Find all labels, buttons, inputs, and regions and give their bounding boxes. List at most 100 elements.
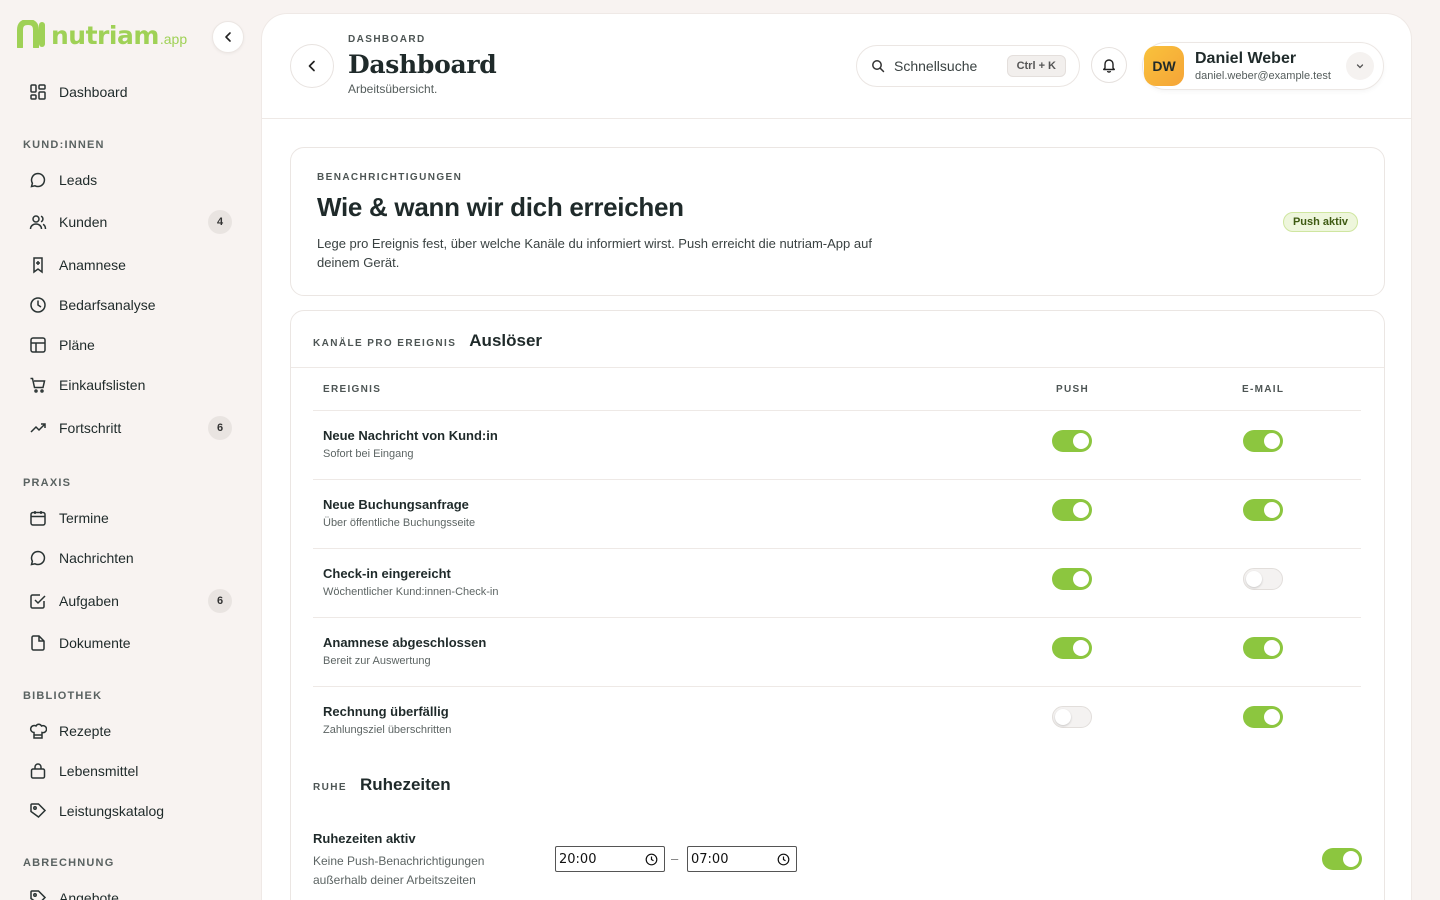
- push-toggle[interactable]: [1052, 568, 1092, 590]
- page-title: Dashboard: [348, 50, 497, 79]
- sidebar-item-kunden[interactable]: Kunden 4: [28, 210, 232, 234]
- section-description: Lege pro Ereignis fest, über welche Kanä…: [317, 236, 872, 270]
- quiet-hours-heading: RUHE Ruhezeiten: [313, 775, 451, 795]
- sidebar-item-rezepte[interactable]: Rezepte: [28, 719, 232, 743]
- quiet-hours-description: Keine Push-Benachrichtigungen außerhalb …: [313, 854, 485, 887]
- event-title: Rechnung überfällig: [323, 704, 449, 719]
- section-abrechnung: ABRECHNUNG: [23, 857, 115, 869]
- search-label: Schnellsuche: [894, 58, 978, 74]
- sidebar-item-label: Lebensmittel: [59, 763, 139, 779]
- sidebar-item-fortschritt[interactable]: Fortschritt 6: [28, 416, 232, 440]
- sidebar-item-label: Nachrichten: [59, 550, 134, 566]
- sidebar: nutriam .app Dashboard KUND:INNEN Leads …: [0, 0, 260, 900]
- section-overline: KANÄLE PRO EREIGNIS: [313, 338, 457, 349]
- section-overline: BENACHRICHTIGUNGEN: [317, 172, 463, 183]
- section-title: Auslöser: [469, 331, 543, 350]
- tag-icon: [28, 888, 48, 900]
- sidebar-item-angebote[interactable]: Angebote: [28, 886, 232, 900]
- quiet-from-input[interactable]: 20:00: [555, 846, 665, 872]
- brand-suffix: .app: [159, 31, 188, 47]
- sidebar-item-dashboard[interactable]: Dashboard: [28, 80, 232, 104]
- email-toggle[interactable]: [1243, 637, 1283, 659]
- event-title: Neue Buchungsanfrage: [323, 497, 469, 512]
- event-title: Neue Nachricht von Kund:in: [323, 428, 498, 443]
- table-row: Neue Buchungsanfrage Über öffentliche Bu…: [313, 479, 1361, 548]
- quiet-hours-toggle[interactable]: [1322, 848, 1362, 870]
- sidebar-item-label: Bedarfsanalyse: [59, 297, 156, 313]
- bell-icon: [1103, 59, 1115, 73]
- email-toggle[interactable]: [1243, 568, 1283, 590]
- sidebar-item-label: Dokumente: [59, 635, 131, 651]
- sidebar-item-label: Dashboard: [59, 84, 128, 100]
- column-header-event: EREIGNIS: [323, 384, 382, 395]
- push-toggle[interactable]: [1052, 706, 1092, 728]
- column-header-email: E-MAIL: [1242, 384, 1285, 395]
- push-toggle[interactable]: [1052, 637, 1092, 659]
- sidebar-item-label: Pläne: [59, 337, 95, 353]
- email-toggle[interactable]: [1243, 706, 1283, 728]
- section-overline: RUHE: [313, 782, 347, 793]
- table-row: Anamnese abgeschlossen Bereit zur Auswer…: [313, 617, 1361, 686]
- channels-heading: KANÄLE PRO EREIGNIS Auslöser: [313, 331, 542, 351]
- sidebar-item-dokumente[interactable]: Dokumente: [28, 631, 232, 655]
- time-value: 20:00: [559, 851, 597, 867]
- tag-icon: [28, 801, 48, 821]
- table-row: Rechnung überfällig Zahlungsziel übersch…: [313, 686, 1361, 755]
- notifications-button[interactable]: [1091, 47, 1127, 83]
- basket-icon: [28, 761, 48, 781]
- calendar-icon: [28, 508, 48, 528]
- logo-mark-icon: [17, 20, 45, 48]
- grid-icon: [28, 82, 48, 102]
- user-name: Daniel Weber: [1195, 50, 1297, 67]
- sidebar-item-einkaufslisten[interactable]: Einkaufslisten: [28, 373, 232, 397]
- section-title: Ruhezeiten: [359, 775, 451, 794]
- sidebar-item-leistungskatalog[interactable]: Leistungskatalog: [28, 799, 232, 823]
- sidebar-item-leads[interactable]: Leads: [28, 168, 232, 192]
- brand-logo[interactable]: nutriam .app: [17, 20, 187, 48]
- event-title: Check-in eingereicht: [323, 566, 451, 581]
- sidebar-item-anamnese[interactable]: Anamnese: [28, 253, 232, 277]
- quick-search[interactable]: Schnellsuche Ctrl + K: [856, 45, 1080, 87]
- sidebar-item-lebensmittel[interactable]: Lebensmittel: [28, 759, 232, 783]
- sidebar-item-nachrichten[interactable]: Nachrichten: [28, 546, 232, 570]
- chevron-down-icon: [1356, 64, 1364, 69]
- section-praxis: PRAXIS: [23, 477, 72, 489]
- section-kundinnen: KUND:INNEN: [23, 139, 105, 151]
- sidebar-item-bedarfsanalyse[interactable]: Bedarfsanalyse: [28, 293, 232, 317]
- sidebar-item-label: Aufgaben: [59, 593, 119, 609]
- document-icon: [28, 633, 48, 653]
- count-badge: 4: [208, 210, 232, 234]
- push-toggle[interactable]: [1052, 499, 1092, 521]
- page-header: DASHBOARD Dashboard Arbeitsübersicht. Sc…: [262, 14, 1411, 119]
- sidebar-item-plaene[interactable]: Pläne: [28, 333, 232, 357]
- chat-icon: [28, 170, 48, 190]
- sidebar-item-label: Angebote: [59, 890, 119, 900]
- shortcut-hint: Ctrl + K: [1006, 55, 1066, 77]
- brand-name: nutriam: [51, 21, 159, 50]
- back-button[interactable]: [290, 44, 334, 88]
- chevron-left-icon: [308, 60, 315, 72]
- push-toggle[interactable]: [1052, 430, 1092, 452]
- table-row: Neue Nachricht von Kund:in Sofort bei Ei…: [313, 410, 1361, 479]
- event-subtitle: Über öffentliche Buchungsseite: [323, 517, 476, 529]
- users-icon: [28, 212, 48, 232]
- clock-icon: [777, 853, 790, 866]
- sidebar-item-label: Termine: [59, 510, 109, 526]
- user-menu[interactable]: DW Daniel Weber daniel.weber@example.tes…: [1142, 42, 1384, 90]
- sidebar-item-termine[interactable]: Termine: [28, 506, 232, 530]
- section-title: Wie & wann wir dich erreichen: [317, 192, 684, 222]
- email-toggle[interactable]: [1243, 430, 1283, 452]
- clock-icon: [28, 295, 48, 315]
- cart-icon: [28, 375, 48, 395]
- collapse-sidebar-button[interactable]: [212, 21, 244, 53]
- sidebar-item-label: Leistungskatalog: [59, 803, 165, 819]
- breadcrumb: DASHBOARD: [348, 34, 426, 45]
- user-menu-toggle[interactable]: [1346, 52, 1374, 80]
- email-toggle[interactable]: [1243, 499, 1283, 521]
- time-value: 07:00: [691, 851, 729, 867]
- page-subtitle: Arbeitsübersicht.: [348, 82, 438, 96]
- sidebar-item-aufgaben[interactable]: Aufgaben 6: [28, 589, 232, 613]
- clock-icon: [645, 853, 658, 866]
- user-email: daniel.weber@example.test: [1195, 70, 1331, 82]
- quiet-to-input[interactable]: 07:00: [687, 846, 797, 872]
